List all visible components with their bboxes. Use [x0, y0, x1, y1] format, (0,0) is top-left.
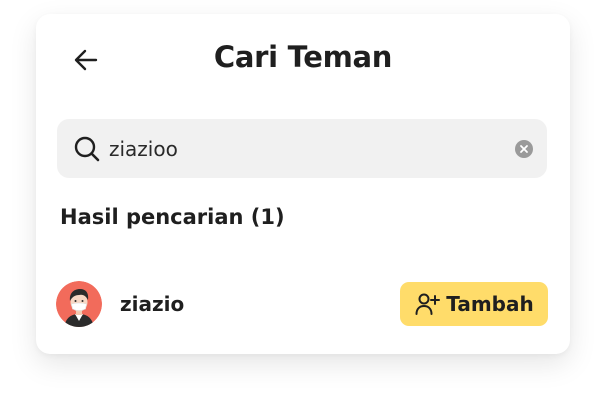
avatar[interactable]: [56, 281, 102, 327]
search-input[interactable]: [109, 136, 515, 161]
add-friend-button[interactable]: Tambah: [400, 282, 548, 326]
find-friends-card: Cari Teman Hasil pencarian (1): [36, 14, 570, 354]
add-user-icon: [414, 291, 441, 317]
clear-icon: [520, 144, 528, 153]
list-item: ziazio Tambah: [56, 280, 548, 328]
clear-search-button[interactable]: [515, 139, 533, 158]
username: ziazio: [120, 292, 185, 316]
search-icon: [73, 135, 101, 163]
results-heading: Hasil pencarian (1): [60, 205, 285, 229]
page-title: Cari Teman: [213, 40, 393, 74]
add-friend-label: Tambah: [446, 292, 534, 316]
search-bar: [57, 119, 547, 178]
